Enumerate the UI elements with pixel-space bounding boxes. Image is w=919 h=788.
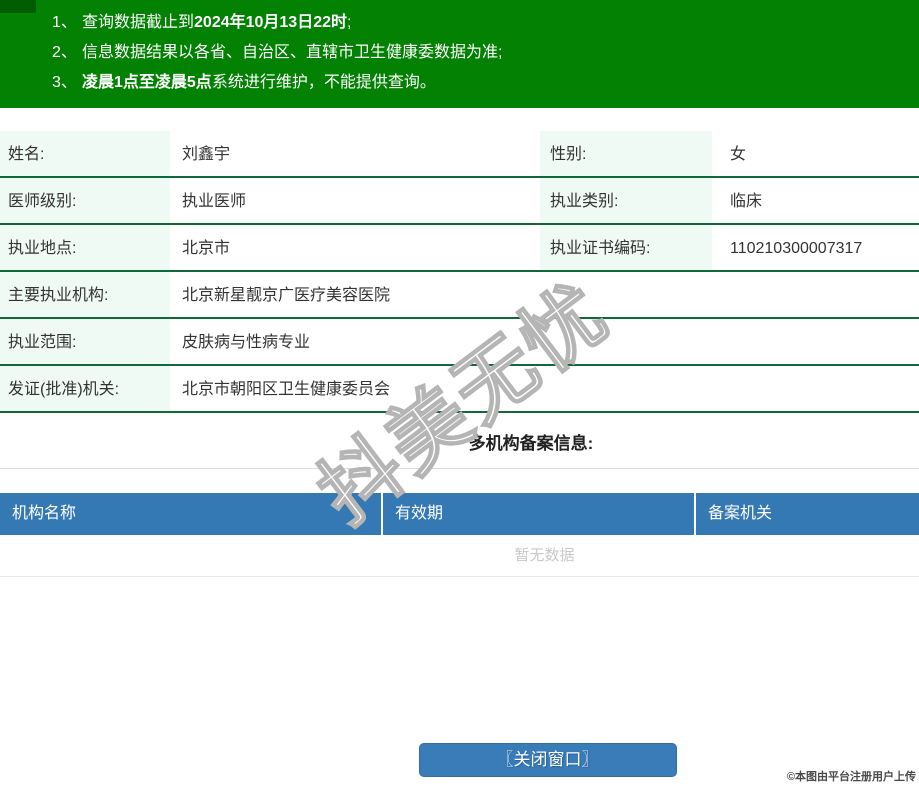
filing-table: 机构名称 有效期 备案机关 暂无数据 <box>0 493 919 577</box>
empty-state-text: 暂无数据 <box>0 535 919 577</box>
close-window-button[interactable]: 〖关闭窗口〗 <box>418 743 677 777</box>
practice-location-label: 执业地点: <box>0 225 170 270</box>
issuing-authority-label: 发证(批准)机关: <box>0 366 170 411</box>
doctor-level-value: 执业医师 <box>182 193 247 210</box>
practice-category-value: 临床 <box>730 193 763 210</box>
certificate-number-value: 110210300007317 <box>730 240 863 257</box>
gender-value: 女 <box>730 146 747 163</box>
table-row-level-category: 医师级别: 执业医师 执业类别: 临床 <box>0 178 919 225</box>
practice-category-label: 执业类别: <box>540 178 712 223</box>
doctor-info-table: 姓名: 刘鑫宇 性别: 女 医师级别: 执业医师 执业类别: 临床 执业地点: … <box>0 131 919 413</box>
notice-banner: 1、 查询数据截止到2024年10月13日22时; 2、 信息数据结果以各省、自治区… <box>0 0 919 108</box>
notice-line-number: 2、 <box>52 44 77 61</box>
column-header-filing-authority: 备案机关 <box>708 505 773 522</box>
main-institution-label: 主要执业机构: <box>0 272 170 317</box>
table-row-name-gender: 姓名: 刘鑫宇 性别: 女 <box>0 131 919 178</box>
practice-location-value: 北京市 <box>182 240 231 257</box>
issuing-authority-value: 北京市朝阳区卫生健康委员会 <box>182 381 391 398</box>
practice-scope-value: 皮肤病与性病专业 <box>182 334 311 351</box>
gender-label: 性别: <box>540 131 712 176</box>
name-label: 姓名: <box>0 131 170 176</box>
notice-line-1: 1、 查询数据截止到2024年10月13日22时; <box>0 8 919 38</box>
upload-credit-text: ©本图由平台注册用户上传 <box>786 771 916 783</box>
notice-text: ; <box>347 14 352 31</box>
notice-text-bold: 2024年10月13日22时 <box>194 14 348 31</box>
notice-text: 系统进行维护，不能提供查询。 <box>211 74 436 91</box>
filing-table-header: 机构名称 有效期 备案机关 <box>0 493 919 535</box>
notice-line-2: 2、 信息数据结果以各省、自治区、直辖市卫生健康委数据为准; <box>0 38 919 68</box>
table-row-issuing-authority: 发证(批准)机关: 北京市朝阳区卫生健康委员会 <box>0 366 919 413</box>
button-row: 〖关闭窗口〗 <box>0 743 919 777</box>
banner-corner-shade <box>0 0 36 13</box>
notice-line-number: 3、 <box>52 74 77 91</box>
column-header-institution-name: 机构名称 <box>0 493 383 535</box>
doctor-level-label: 医师级别: <box>0 178 170 223</box>
table-row-practice-scope: 执业范围: 皮肤病与性病专业 <box>0 319 919 366</box>
name-value: 刘鑫宇 <box>182 146 231 163</box>
practice-scope-label: 执业范围: <box>0 319 170 364</box>
notice-line-3: 3、 凌晨1点至凌晨5点系统进行维护，不能提供查询。 <box>0 68 919 98</box>
notice-text: 查询数据截止到 <box>82 14 195 31</box>
notice-text: 信息数据结果以各省、自治区、直辖市卫生健康委数据为准; <box>82 44 503 61</box>
table-row-main-institution: 主要执业机构: 北京新星靓京广医疗美容医院 <box>0 272 919 319</box>
notice-line-number: 1、 <box>52 14 77 31</box>
notice-text-bold: 凌晨1点至凌晨5点 <box>82 74 212 91</box>
certificate-number-label: 执业证书编码: <box>540 225 712 270</box>
column-header-validity-period: 有效期 <box>383 493 696 535</box>
table-row-location-certificate: 执业地点: 北京市 执业证书编码: 110210300007317 <box>0 225 919 272</box>
main-institution-value: 北京新星靓京广医疗美容医院 <box>182 287 391 304</box>
filing-section-heading: 多机构备案信息: <box>0 413 919 469</box>
